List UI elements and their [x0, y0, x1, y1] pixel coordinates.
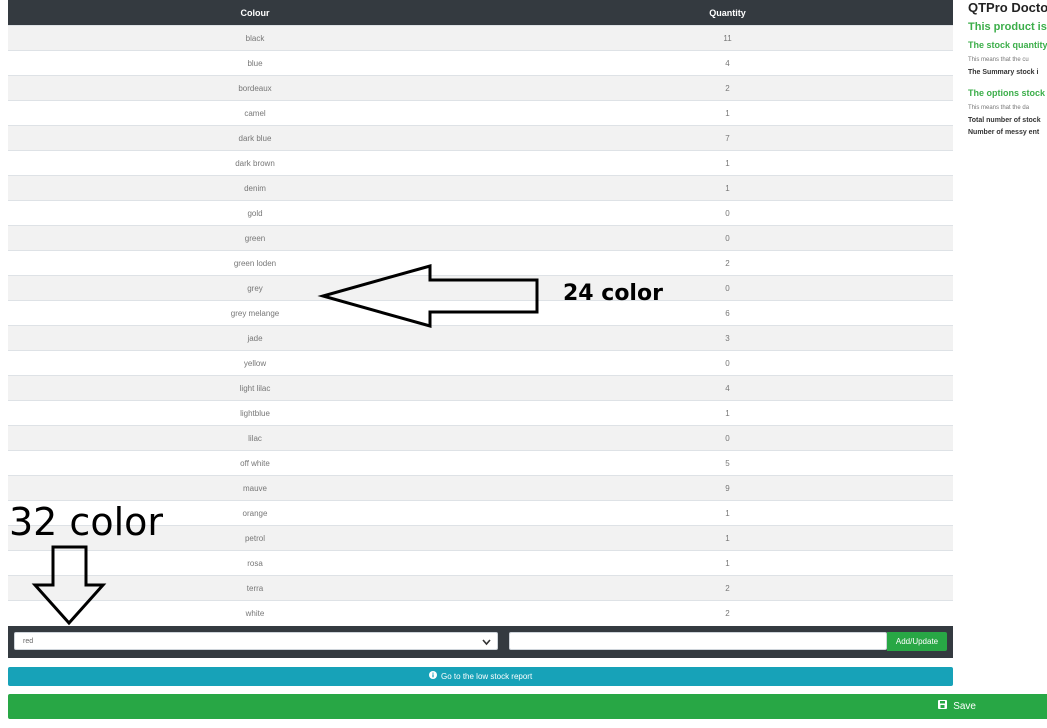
table-row: off white 5	[8, 450, 953, 476]
quantity-cell: 4	[502, 50, 953, 76]
quantity-cell: 1	[502, 150, 953, 176]
table-row: gold 0	[8, 200, 953, 226]
table-header-row: Colour Quantity	[8, 0, 953, 26]
low-stock-report-button[interactable]: Go to the low stock report	[8, 667, 953, 686]
quantity-cell: 1	[502, 175, 953, 201]
quantity-cell: 1	[502, 400, 953, 426]
table-row: terra 2	[8, 575, 953, 601]
quantity-cell: 11	[502, 25, 953, 51]
colour-cell: black	[8, 25, 502, 51]
product-status-heading: This product is	[968, 21, 1047, 33]
colour-cell: dark brown	[8, 150, 502, 176]
colour-cell: off white	[8, 450, 502, 476]
quantity-header: Quantity	[502, 0, 953, 26]
quantity-cell: 1	[502, 525, 953, 551]
quantity-cell: 4	[502, 375, 953, 401]
colour-cell: gold	[8, 200, 502, 226]
quantity-cell: 2	[502, 600, 953, 625]
table-row: mauve 9	[8, 475, 953, 501]
table-row: bordeaux 2	[8, 75, 953, 101]
colour-cell: terra	[8, 575, 502, 601]
total-stock-text: Total number of stock	[968, 117, 1041, 124]
table-row: green 0	[8, 225, 953, 251]
info-circle-icon	[428, 667, 437, 686]
colour-cell: grey	[8, 275, 502, 301]
colour-cell: lilac	[8, 425, 502, 451]
table-row: white 2	[8, 600, 953, 625]
table-row: yellow 0	[8, 350, 953, 376]
table-row: lightblue 1	[8, 400, 953, 426]
table-row: green loden 2	[8, 250, 953, 276]
save-button[interactable]: Save	[8, 694, 1047, 719]
colour-cell: rosa	[8, 550, 502, 576]
colour-cell: green loden	[8, 250, 502, 276]
table-row: denim 1	[8, 175, 953, 201]
chevron-down-icon	[482, 633, 491, 658]
add-update-button[interactable]: Add/Update	[887, 632, 947, 651]
table-row: grey 0	[8, 275, 953, 301]
floppy-disk-icon	[938, 694, 948, 719]
table-row: dark blue 7	[8, 125, 953, 151]
colour-header: Colour	[8, 0, 502, 26]
table-row: blue 4	[8, 50, 953, 76]
quantity-cell: 1	[502, 550, 953, 576]
stock-quantity-text: This means that the cu	[968, 57, 1029, 63]
quantity-cell: 1	[502, 100, 953, 126]
panel-title: QTPro Doctor	[968, 0, 1047, 15]
quantity-cell: 1	[502, 500, 953, 526]
add-stock-form: red Add/Update	[8, 626, 953, 658]
quantity-cell: 0	[502, 225, 953, 251]
quantity-cell: 9	[502, 475, 953, 501]
quantity-cell: 7	[502, 125, 953, 151]
messy-entries-text: Number of messy ent	[968, 129, 1040, 136]
colour-cell: jade	[8, 325, 502, 351]
quantity-cell: 2	[502, 250, 953, 276]
quantity-cell: 2	[502, 575, 953, 601]
colour-cell: camel	[8, 100, 502, 126]
colour-select-value: red	[23, 638, 34, 645]
quantity-cell: 0	[502, 350, 953, 376]
table-row: jade 3	[8, 325, 953, 351]
options-stock-heading: The options stock	[968, 88, 1046, 98]
options-stock-text: This means that the da	[968, 105, 1030, 111]
table-row: dark brown 1	[8, 150, 953, 176]
table-row: black 11	[8, 25, 953, 51]
table-row: light lilac 4	[8, 375, 953, 401]
colour-cell: denim	[8, 175, 502, 201]
colour-cell: bordeaux	[8, 75, 502, 101]
table-row: lilac 0	[8, 425, 953, 451]
colour-cell: yellow	[8, 350, 502, 376]
quantity-cell: 0	[502, 200, 953, 226]
annotation-24-color: 24 color	[563, 281, 663, 306]
colour-cell: blue	[8, 50, 502, 76]
colour-cell: grey melange	[8, 300, 502, 326]
quantity-input[interactable]	[509, 632, 887, 650]
table-row: grey melange 6	[8, 300, 953, 326]
colour-cell: lightblue	[8, 400, 502, 426]
colour-cell: white	[8, 600, 502, 625]
colour-cell: mauve	[8, 475, 502, 501]
quantity-cell: 5	[502, 450, 953, 476]
qtpro-doctor-panel: QTPro Doctor This product is The stock q…	[968, 0, 1047, 150]
quantity-cell: 3	[502, 325, 953, 351]
stock-quantity-heading: The stock quantity	[968, 40, 1047, 50]
colour-cell: dark blue	[8, 125, 502, 151]
quantity-cell: 2	[502, 75, 953, 101]
quantity-cell: 0	[502, 425, 953, 451]
table-row: camel 1	[8, 100, 953, 126]
colour-cell: light lilac	[8, 375, 502, 401]
summary-stock-text: The Summary stock i	[968, 69, 1039, 76]
annotation-32-color: 32 color	[9, 500, 164, 544]
low-stock-label: Go to the low stock report	[441, 672, 533, 681]
table-row: rosa 1	[8, 550, 953, 576]
colour-select[interactable]: red	[14, 632, 498, 650]
save-label: Save	[953, 701, 976, 713]
colour-cell: green	[8, 225, 502, 251]
